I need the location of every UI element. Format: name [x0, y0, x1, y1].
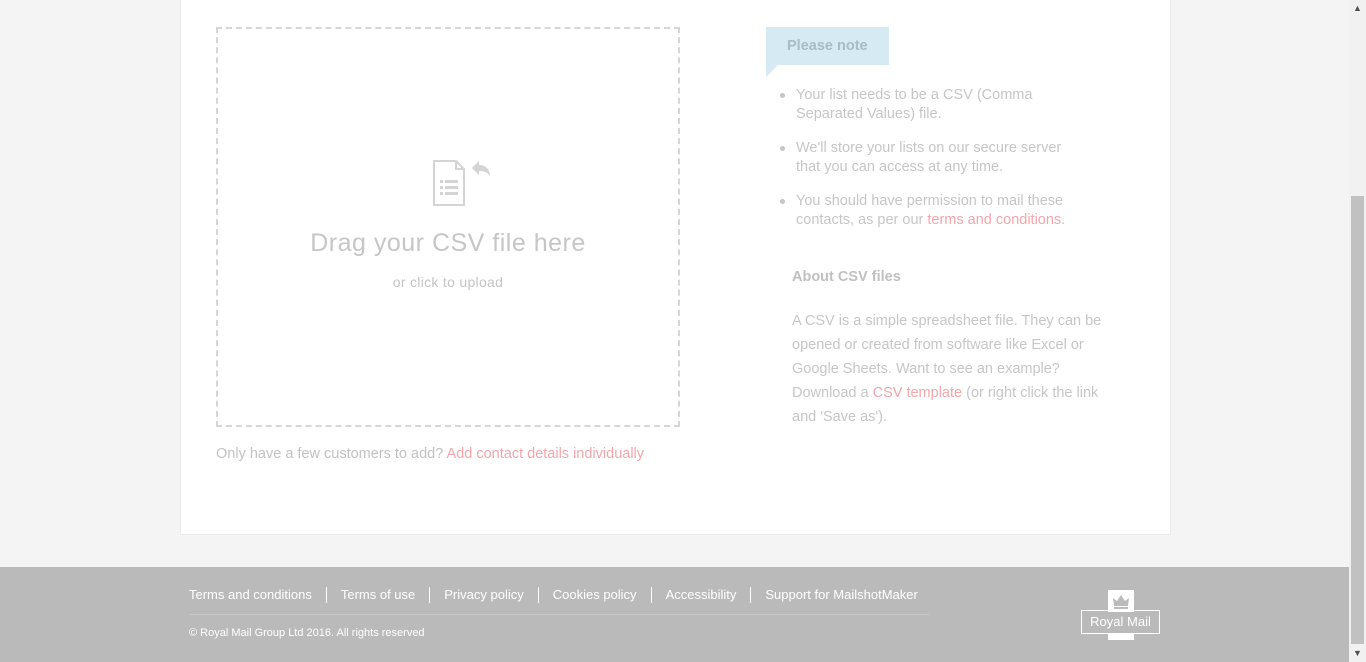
csv-template-link[interactable]: CSV template — [873, 385, 962, 401]
scroll-up-arrow-icon[interactable]: ▲ — [1349, 0, 1366, 17]
footer: Terms and conditions Terms of use Privac… — [0, 567, 1349, 662]
royal-mail-logo[interactable]: Royal Mail — [1081, 590, 1160, 640]
about-csv-heading: About CSV files — [792, 269, 901, 285]
footer-link-terms-and-conditions[interactable]: Terms and conditions — [189, 587, 326, 603]
note-list: Your list needs to be a CSV (Comma Separ… — [778, 86, 1088, 245]
footer-link-terms-of-use[interactable]: Terms of use — [325, 587, 429, 603]
dropzone-subtitle: or click to upload — [392, 274, 504, 290]
document-upload-icon — [433, 160, 490, 206]
copyright-text: © Royal Mail Group Ltd 2016. All rights … — [189, 627, 425, 639]
please-note-tab-tail — [766, 65, 778, 77]
scrollbar-thumb[interactable] — [1351, 196, 1364, 644]
few-customers-text: Only have a few customers to add? Add co… — [216, 446, 644, 462]
few-customers-label: Only have a few customers to add? — [216, 446, 444, 462]
note-item: Your list needs to be a CSV (Comma Separ… — [778, 86, 1088, 124]
footer-divider — [189, 614, 929, 615]
footer-link-support[interactable]: Support for MailshotMaker — [750, 587, 931, 603]
logo-tab — [1108, 634, 1134, 640]
csv-dropzone[interactable]: Drag your CSV file here or click to uplo… — [216, 27, 680, 427]
terms-and-conditions-link[interactable]: terms and conditions — [927, 212, 1061, 228]
dropzone-title: Drag your CSV file here — [310, 229, 586, 257]
scroll-down-arrow-icon[interactable]: ▼ — [1349, 645, 1366, 662]
please-note-tab: Please note — [766, 27, 889, 65]
crown-icon — [1108, 590, 1134, 612]
royal-mail-logo-text: Royal Mail — [1081, 610, 1160, 634]
add-contact-individually-link[interactable]: Add contact details individually — [447, 446, 644, 462]
note-item-end: . — [1061, 212, 1066, 228]
vertical-scrollbar[interactable]: ▲ ▼ — [1349, 0, 1366, 662]
note-item: We'll store your lists on our secure ser… — [778, 139, 1088, 177]
footer-link-cookies-policy[interactable]: Cookies policy — [537, 587, 651, 603]
note-item: You should have permission to mail these… — [778, 192, 1088, 230]
about-csv-text: A CSV is a simple spreadsheet file. They… — [792, 309, 1108, 429]
footer-links: Terms and conditions Terms of use Privac… — [189, 586, 932, 604]
footer-link-accessibility[interactable]: Accessibility — [650, 587, 751, 603]
footer-link-privacy-policy[interactable]: Privacy policy — [429, 587, 537, 603]
